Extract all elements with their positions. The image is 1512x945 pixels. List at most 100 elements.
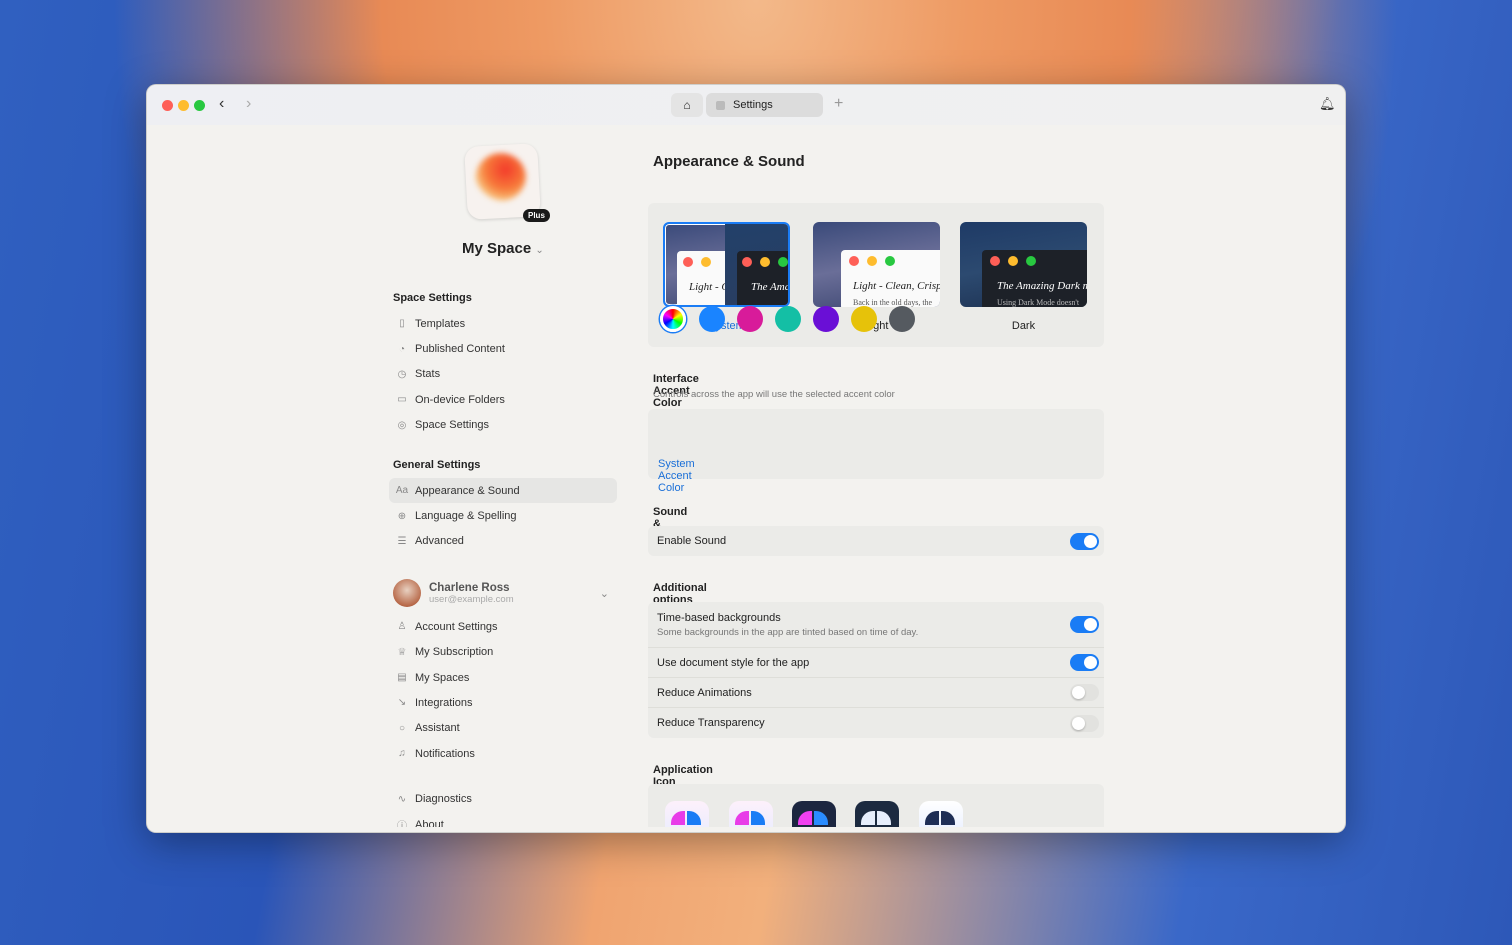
doc-style-toggle[interactable]: [1070, 654, 1099, 671]
sidebar-item-my-spaces[interactable]: ▤ My Spaces: [389, 665, 617, 690]
section-header: General Settings: [393, 458, 481, 471]
assistant-icon: ○: [398, 722, 406, 734]
accent-swatch-system[interactable]: [660, 306, 686, 332]
doc-style-label: Use document style for the app: [657, 656, 810, 669]
zoom-button[interactable]: [194, 100, 205, 111]
reduce-transparency-toggle[interactable]: [1070, 714, 1099, 732]
user-email: user@example.com: [429, 593, 514, 605]
preview-text: Light - Clean, Crisp: [853, 280, 940, 292]
sidebar-item-diagnostics[interactable]: ∿ Diagnostics: [389, 786, 617, 811]
time-bg-desc: Some backgrounds in the app are tinted b…: [657, 626, 919, 638]
enable-sound-toggle[interactable]: [1070, 532, 1099, 550]
sidebar-item-language-spelling[interactable]: ⊕ Language & Spelling: [389, 503, 617, 528]
sound-panel: Enable Sound: [648, 526, 1104, 556]
close-button[interactable]: [162, 100, 173, 111]
sidebar-item-my-subscription[interactable]: ♕ My Subscription: [389, 640, 617, 665]
sidebar-item-notifications[interactable]: ♫ Notifications: [389, 741, 617, 766]
diagnostics-icon: ∿: [397, 793, 407, 805]
theme-option-light[interactable]: Light - Clean, Crisp Back in the old days…: [813, 222, 940, 307]
appearance-sound-icon: Aa: [395, 485, 409, 497]
new-tab-button[interactable]: +: [834, 95, 843, 113]
additional-panel: Time-based backgrounds Some backgrounds i…: [648, 602, 1104, 738]
sidebar-item-space-settings[interactable]: ◎ Space Settings: [389, 413, 617, 438]
accent-swatch[interactable]: [813, 306, 839, 332]
language-spelling-icon: ⊕: [397, 510, 407, 522]
sidebar-item-label: Notifications: [415, 747, 475, 760]
my-subscription-icon: ♕: [397, 646, 407, 658]
user-account-switcher[interactable]: Charlene Ross user@example.com ⌄: [389, 572, 617, 614]
notifications-icon: ♫: [398, 748, 406, 760]
sidebar-item-label: Space Settings: [415, 419, 489, 432]
sidebar-item-published-content[interactable]: ◔ Published Content: [389, 336, 617, 361]
home-icon: ⌂: [683, 98, 691, 112]
theme-option-dark[interactable]: The Amazing Dark mode Using Dark Mode doe…: [960, 222, 1087, 307]
sidebar-item-label: Published Content: [415, 343, 505, 356]
sidebar-item-appearance-sound[interactable]: Aa Appearance & Sound: [389, 477, 617, 504]
page-title: Appearance & Sound: [653, 153, 805, 170]
sidebar-item-on-device-folders[interactable]: ▭ On-device Folders: [389, 387, 617, 412]
sidebar-item-assistant[interactable]: ○ Assistant: [389, 716, 617, 741]
settings-window: ‹ › ⌂ Settings + 🔔︎ Plus My Space ⌄ Spac…: [146, 84, 1346, 833]
sidebar-item-label: Appearance & Sound: [415, 484, 520, 497]
preview-text: The Amazing Dark mode: [997, 280, 1087, 292]
reduce-animations-toggle[interactable]: [1070, 684, 1099, 701]
title-bar: ‹ › ⌂ Settings + 🔔︎: [147, 85, 1345, 125]
sidebar-item-label: Templates: [415, 317, 466, 330]
chevron-down-icon: ⌄: [599, 587, 609, 600]
accent-color-panel: [648, 409, 1104, 479]
sidebar-item-label: Advanced: [415, 535, 464, 548]
minimize-button[interactable]: [178, 100, 189, 111]
accent-swatch[interactable]: [775, 306, 801, 332]
bell-icon[interactable]: 🔔︎: [1319, 96, 1336, 112]
sidebar-item-label: Assistant: [415, 722, 460, 735]
selected-accent-label: System Accent Color: [658, 458, 695, 494]
section-header: Space Settings: [393, 292, 472, 304]
sidebar-item-label: Language & Spelling: [415, 510, 517, 523]
preview-body: Using Dark Mode doesn't: [997, 298, 1080, 307]
advanced-icon: ☰: [397, 535, 407, 547]
templates-icon: ▯: [399, 318, 405, 330]
enable-sound-label: Enable Sound: [657, 535, 727, 547]
sidebar-item-account-settings[interactable]: ♙ Account Settings: [389, 614, 617, 639]
accent-swatch[interactable]: [737, 306, 763, 332]
accent-color-subtitle: Controls across the app will use the sel…: [653, 389, 895, 400]
sidebar-item-label: Diagnostics: [415, 793, 472, 806]
accent-swatch[interactable]: [851, 306, 877, 332]
sidebar-item-advanced[interactable]: ☰ Advanced: [389, 529, 617, 554]
plus-badge: Plus: [523, 209, 550, 222]
accent-swatch[interactable]: [889, 306, 915, 332]
integrations-icon: ↘: [397, 697, 407, 709]
reduce-transparency-label: Reduce Transparency: [657, 717, 765, 729]
sidebar-item-label: On-device Folders: [415, 393, 505, 406]
time-bg-toggle[interactable]: [1070, 616, 1099, 633]
close-tab-icon[interactable]: [716, 100, 725, 110]
space-settings-icon: ◎: [397, 419, 407, 431]
sidebar-item-integrations[interactable]: ↘ Integrations: [389, 690, 617, 715]
avatar: [393, 579, 421, 608]
back-icon[interactable]: ‹: [219, 95, 224, 113]
sidebar-item-label: Integrations: [415, 696, 473, 709]
tab-settings[interactable]: Settings: [706, 93, 823, 117]
sidebar-item-label: Account Settings: [415, 620, 498, 633]
space-name: My Space: [462, 240, 532, 257]
tab-label: Settings: [733, 99, 773, 111]
preview-text: The Amazing Dark mode: [751, 281, 790, 293]
forward-icon[interactable]: ›: [246, 95, 251, 113]
reduce-animations-label: Reduce Animations: [657, 686, 752, 699]
account-settings-icon: ♙: [397, 621, 407, 633]
sidebar-item-label: My Spaces: [415, 671, 470, 684]
sidebar: Space Settings ▯ Templates ◔ Published Cont…: [389, 285, 617, 832]
theme-option-system[interactable]: Light - Clean, Crisp The Amazing Dark mo…: [663, 222, 790, 307]
sidebar-item-stats[interactable]: ◷ Stats: [389, 362, 617, 387]
home-tab[interactable]: ⌂: [671, 93, 703, 117]
sidebar-item-label: Stats: [415, 368, 441, 381]
space-switcher[interactable]: My Space ⌄: [462, 240, 544, 257]
on-device-folders-icon: ▭: [397, 394, 407, 406]
published-content-icon: ◔: [398, 343, 406, 355]
chevron-down-icon: ⌄: [535, 245, 544, 256]
accent-swatch[interactable]: [699, 306, 725, 332]
time-bg-label: Time-based backgrounds: [657, 611, 781, 624]
sidebar-item-label: My Subscription: [415, 646, 494, 659]
my-spaces-icon: ▤: [397, 672, 407, 684]
sidebar-item-templates[interactable]: ▯ Templates: [389, 311, 617, 336]
